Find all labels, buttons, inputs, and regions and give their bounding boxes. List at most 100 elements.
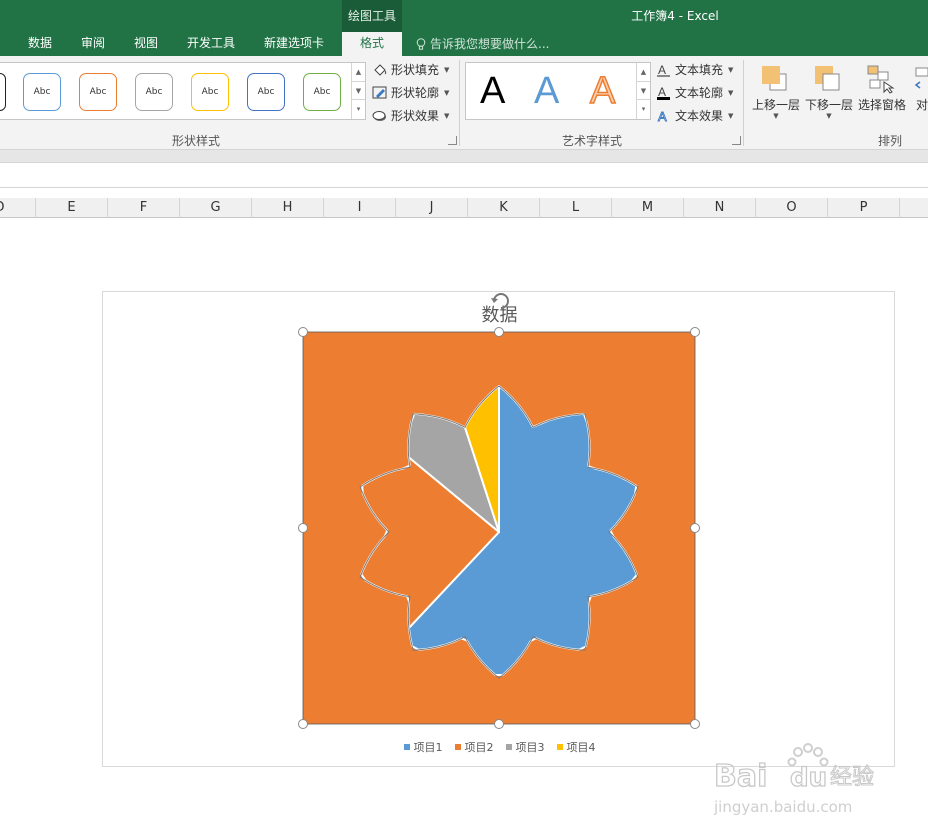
column-header[interactable]: K bbox=[468, 198, 540, 218]
svg-text:A: A bbox=[658, 63, 666, 77]
shape-style-orange[interactable]: Abc bbox=[79, 73, 117, 111]
resize-handle bbox=[690, 327, 700, 337]
legend-item[interactable]: 项目1 bbox=[403, 739, 443, 755]
scroll-down-icon[interactable]: ▼ bbox=[637, 82, 650, 101]
text-effects-icon: A bbox=[658, 109, 668, 123]
scroll-up-icon[interactable]: ▲ bbox=[637, 63, 650, 82]
send-backward-button[interactable]: 下移一层 ▼ bbox=[803, 62, 855, 122]
title-bar: 绘图工具 工作簿4 - Excel 数据 审阅 视图 开发工具 新建选项卡 格式… bbox=[0, 0, 928, 56]
legend-label: 项目3 bbox=[515, 741, 545, 754]
gallery-more-icon[interactable]: ▾ bbox=[637, 100, 650, 119]
column-header[interactable]: I bbox=[324, 198, 396, 218]
selection-pane-button[interactable]: 选择窗格 bbox=[856, 62, 908, 122]
shape-styles-gallery[interactable]: Abc Abc Abc Abc Abc Abc ▲ ▼ ▾ bbox=[0, 62, 366, 120]
column-header[interactable]: M bbox=[612, 198, 684, 218]
dialog-launcher-icon[interactable] bbox=[448, 136, 457, 145]
selection-pane-icon bbox=[867, 65, 895, 94]
lightbulb-icon bbox=[416, 37, 426, 50]
dialog-launcher-icon[interactable] bbox=[732, 136, 741, 145]
resize-handle bbox=[298, 327, 308, 337]
ribbon: Abc Abc Abc Abc Abc Abc ▲ ▼ ▾ 形状填充 ▼ 形状轮廓… bbox=[0, 56, 928, 150]
resize-handle bbox=[494, 327, 504, 337]
text-outline-button[interactable]: A 文本轮廓 ▼ bbox=[656, 83, 733, 103]
chevron-down-icon: ▼ bbox=[444, 66, 450, 74]
align-button-partial[interactable]: 对 bbox=[912, 62, 928, 122]
wordart-scrollbar[interactable]: ▲ ▼ ▾ bbox=[636, 63, 650, 119]
tell-me-text: 告诉我您想要做什么... bbox=[430, 37, 550, 51]
chevron-down-icon: ▼ bbox=[728, 89, 734, 97]
formula-bar[interactable] bbox=[0, 162, 928, 188]
svg-text:A: A bbox=[658, 109, 667, 123]
shape-fill-label: 形状填充 bbox=[391, 63, 440, 77]
tab-data[interactable]: 数据 bbox=[28, 32, 52, 56]
resize-handle bbox=[298, 523, 308, 533]
gallery-scrollbar[interactable]: ▲ ▼ ▾ bbox=[351, 63, 365, 119]
shape-fill-button[interactable]: 形状填充 ▼ bbox=[372, 60, 449, 80]
legend-swatch bbox=[556, 744, 563, 750]
legend-item[interactable]: 项目4 bbox=[556, 739, 596, 755]
resize-handle bbox=[690, 719, 700, 729]
formula-bar-gap bbox=[0, 188, 928, 198]
resize-handle bbox=[690, 523, 700, 533]
wordart-gallery[interactable]: A A A ▲ ▼ ▾ bbox=[465, 62, 651, 120]
column-header-partial[interactable] bbox=[900, 198, 928, 218]
bring-forward-button[interactable]: 上移一层 ▼ bbox=[750, 62, 802, 122]
shape-style-green[interactable]: Abc bbox=[303, 73, 341, 111]
shape-outline-button[interactable]: 形状轮廓 ▼ bbox=[372, 83, 449, 103]
column-header[interactable]: N bbox=[684, 198, 756, 218]
shape-style-gold[interactable]: Abc bbox=[191, 73, 229, 111]
svg-text:Bai: Bai bbox=[714, 759, 767, 794]
scroll-down-icon[interactable]: ▼ bbox=[352, 82, 365, 101]
tell-me-search[interactable]: 告诉我您想要做什么... bbox=[416, 32, 549, 56]
wordart-blue-sample[interactable]: A bbox=[534, 69, 559, 113]
chart-area[interactable]: 数据 项目1 项目2 项目3 项目4 bbox=[102, 291, 895, 767]
column-header[interactable]: F bbox=[108, 198, 180, 218]
column-header-row: D E F G H I J K L M N O P bbox=[0, 198, 928, 218]
legend-label: 项目2 bbox=[464, 741, 494, 754]
baidu-jingyan-watermark: Bai du 经验 jingyan.baidu.com bbox=[713, 743, 875, 816]
chart-plot[interactable] bbox=[103, 292, 896, 768]
chevron-down-icon: ▼ bbox=[728, 66, 734, 74]
tab-developer[interactable]: 开发工具 bbox=[187, 32, 235, 56]
shape-effects-button[interactable]: 形状效果 ▼ bbox=[372, 106, 449, 126]
bring-forward-icon bbox=[762, 66, 787, 91]
tab-view[interactable]: 视图 bbox=[134, 32, 158, 56]
shape-styles-group-label: 形状样式 bbox=[172, 134, 221, 148]
tab-format[interactable]: 格式 bbox=[342, 32, 402, 56]
legend-swatch bbox=[505, 744, 512, 750]
gallery-more-icon[interactable]: ▾ bbox=[352, 100, 365, 119]
shape-style-blue[interactable]: Abc bbox=[23, 73, 61, 111]
scroll-up-icon[interactable]: ▲ bbox=[352, 63, 365, 82]
wordart-orange-sample[interactable]: A bbox=[589, 69, 616, 113]
resize-handle bbox=[298, 719, 308, 729]
column-header[interactable]: L bbox=[540, 198, 612, 218]
shape-style-darkblue[interactable]: Abc bbox=[247, 73, 285, 111]
legend-item[interactable]: 项目2 bbox=[454, 739, 494, 755]
shape-effects-label: 形状效果 bbox=[391, 109, 440, 123]
legend-label: 项目4 bbox=[566, 741, 596, 754]
text-effects-label: 文本效果 bbox=[675, 109, 724, 123]
shape-effects-icon bbox=[372, 111, 386, 121]
column-header[interactable]: G bbox=[180, 198, 252, 218]
column-header[interactable]: P bbox=[828, 198, 900, 218]
tab-new-tab[interactable]: 新建选项卡 bbox=[264, 32, 324, 56]
text-fill-button[interactable]: A 文本填充 ▼ bbox=[656, 60, 733, 80]
text-effects-button[interactable]: A 文本效果 ▼ bbox=[656, 106, 734, 126]
group-divider bbox=[459, 60, 460, 146]
align-icon bbox=[914, 67, 928, 89]
shape-style-partial[interactable] bbox=[0, 73, 6, 111]
tab-review[interactable]: 审阅 bbox=[81, 32, 105, 56]
wordart-black-sample[interactable]: A bbox=[480, 69, 505, 113]
column-header[interactable]: H bbox=[252, 198, 324, 218]
column-header[interactable]: E bbox=[36, 198, 108, 218]
legend-swatch bbox=[403, 744, 410, 750]
shape-outline-label: 形状轮廓 bbox=[391, 86, 440, 100]
column-header[interactable]: J bbox=[396, 198, 468, 218]
column-header[interactable]: D bbox=[0, 198, 36, 218]
legend-item[interactable]: 项目3 bbox=[505, 739, 545, 755]
chevron-down-icon: ▼ bbox=[444, 89, 450, 97]
chevron-down-icon: ▼ bbox=[728, 112, 734, 120]
column-header[interactable]: O bbox=[756, 198, 828, 218]
wordart-styles-group-label: 艺术字样式 bbox=[562, 134, 623, 148]
shape-style-gray[interactable]: Abc bbox=[135, 73, 173, 111]
